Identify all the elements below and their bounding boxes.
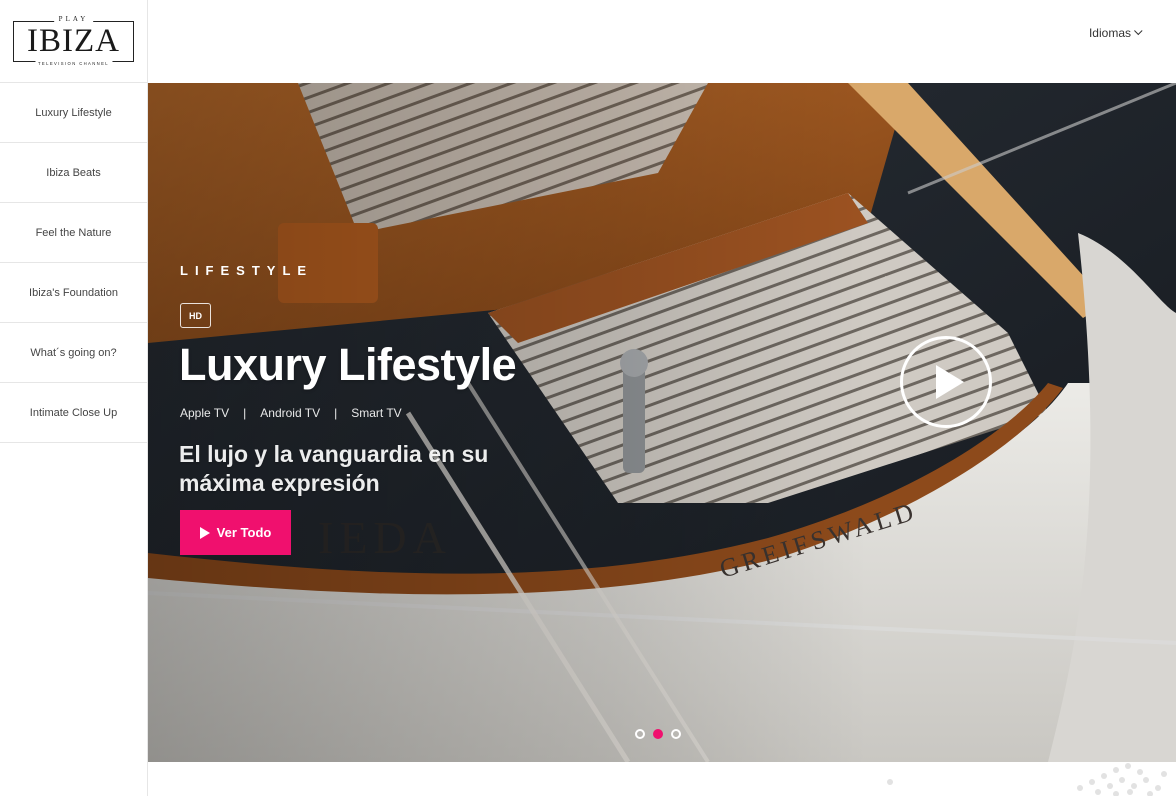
slide-dot-1[interactable] <box>635 729 645 739</box>
slide-dot-3[interactable] <box>671 729 681 739</box>
top-header: Idiomas <box>148 0 1176 83</box>
chevron-down-icon <box>1134 26 1143 36</box>
platform-separator: | <box>334 406 338 420</box>
platform-list: Apple TV | Android TV | Smart TV <box>180 406 402 420</box>
sidebar-item-intimate-close-up[interactable]: Intimate Close Up <box>0 383 147 443</box>
sidebar-item-feel-the-nature[interactable]: Feel the Nature <box>0 203 147 263</box>
hero-subtitle: El lujo y la vanguardia en su máxima exp… <box>179 441 489 496</box>
play-icon <box>199 526 210 539</box>
platform-smart-tv: Smart TV <box>351 406 402 420</box>
logo-top-text: PLAY <box>53 14 94 23</box>
decorative-dot-pattern <box>887 763 1167 796</box>
sidebar: PLAY IBIZA TELEVISION CHANNEL Luxury Lif… <box>0 0 148 796</box>
hero-title: Luxury Lifestyle <box>179 339 517 390</box>
language-selector[interactable]: Idiomas <box>1088 26 1143 40</box>
ver-todo-label: Ver Todo <box>216 525 272 540</box>
platform-apple-tv: Apple TV <box>180 406 230 420</box>
sidebar-item-ibiza-beats[interactable]: Ibiza Beats <box>0 143 147 203</box>
logo-bottom-text: TELEVISION CHANNEL <box>34 60 113 66</box>
slider-pagination <box>635 729 681 739</box>
hd-badge: HD <box>180 303 211 328</box>
play-circle-icon <box>936 365 964 399</box>
platform-separator: | <box>243 406 247 420</box>
logo-container[interactable]: PLAY IBIZA TELEVISION CHANNEL <box>0 0 147 83</box>
play-video-button[interactable] <box>900 336 992 428</box>
hero-category: LIFESTYLE <box>180 263 314 278</box>
language-label: Idiomas <box>1088 26 1131 40</box>
slide-dot-2[interactable] <box>653 729 663 739</box>
platform-android-tv: Android TV <box>260 406 321 420</box>
logo-main-text: IBIZA <box>27 22 120 59</box>
sidebar-item-luxury-lifestyle[interactable]: Luxury Lifestyle <box>0 83 147 143</box>
sidebar-item-ibizas-foundation[interactable]: Ibiza's Foundation <box>0 263 147 323</box>
ver-todo-button[interactable]: Ver Todo <box>180 510 291 555</box>
logo[interactable]: PLAY IBIZA TELEVISION CHANNEL <box>13 14 134 66</box>
sidebar-nav: Luxury Lifestyle Ibiza Beats Feel the Na… <box>0 83 147 443</box>
hero-overlay <box>148 83 1176 762</box>
hero-slider: GREIFSWALD IEDA LIFESTYLE HD Luxury Life… <box>148 83 1176 762</box>
sidebar-item-whats-going-on[interactable]: What´s going on? <box>0 323 147 383</box>
